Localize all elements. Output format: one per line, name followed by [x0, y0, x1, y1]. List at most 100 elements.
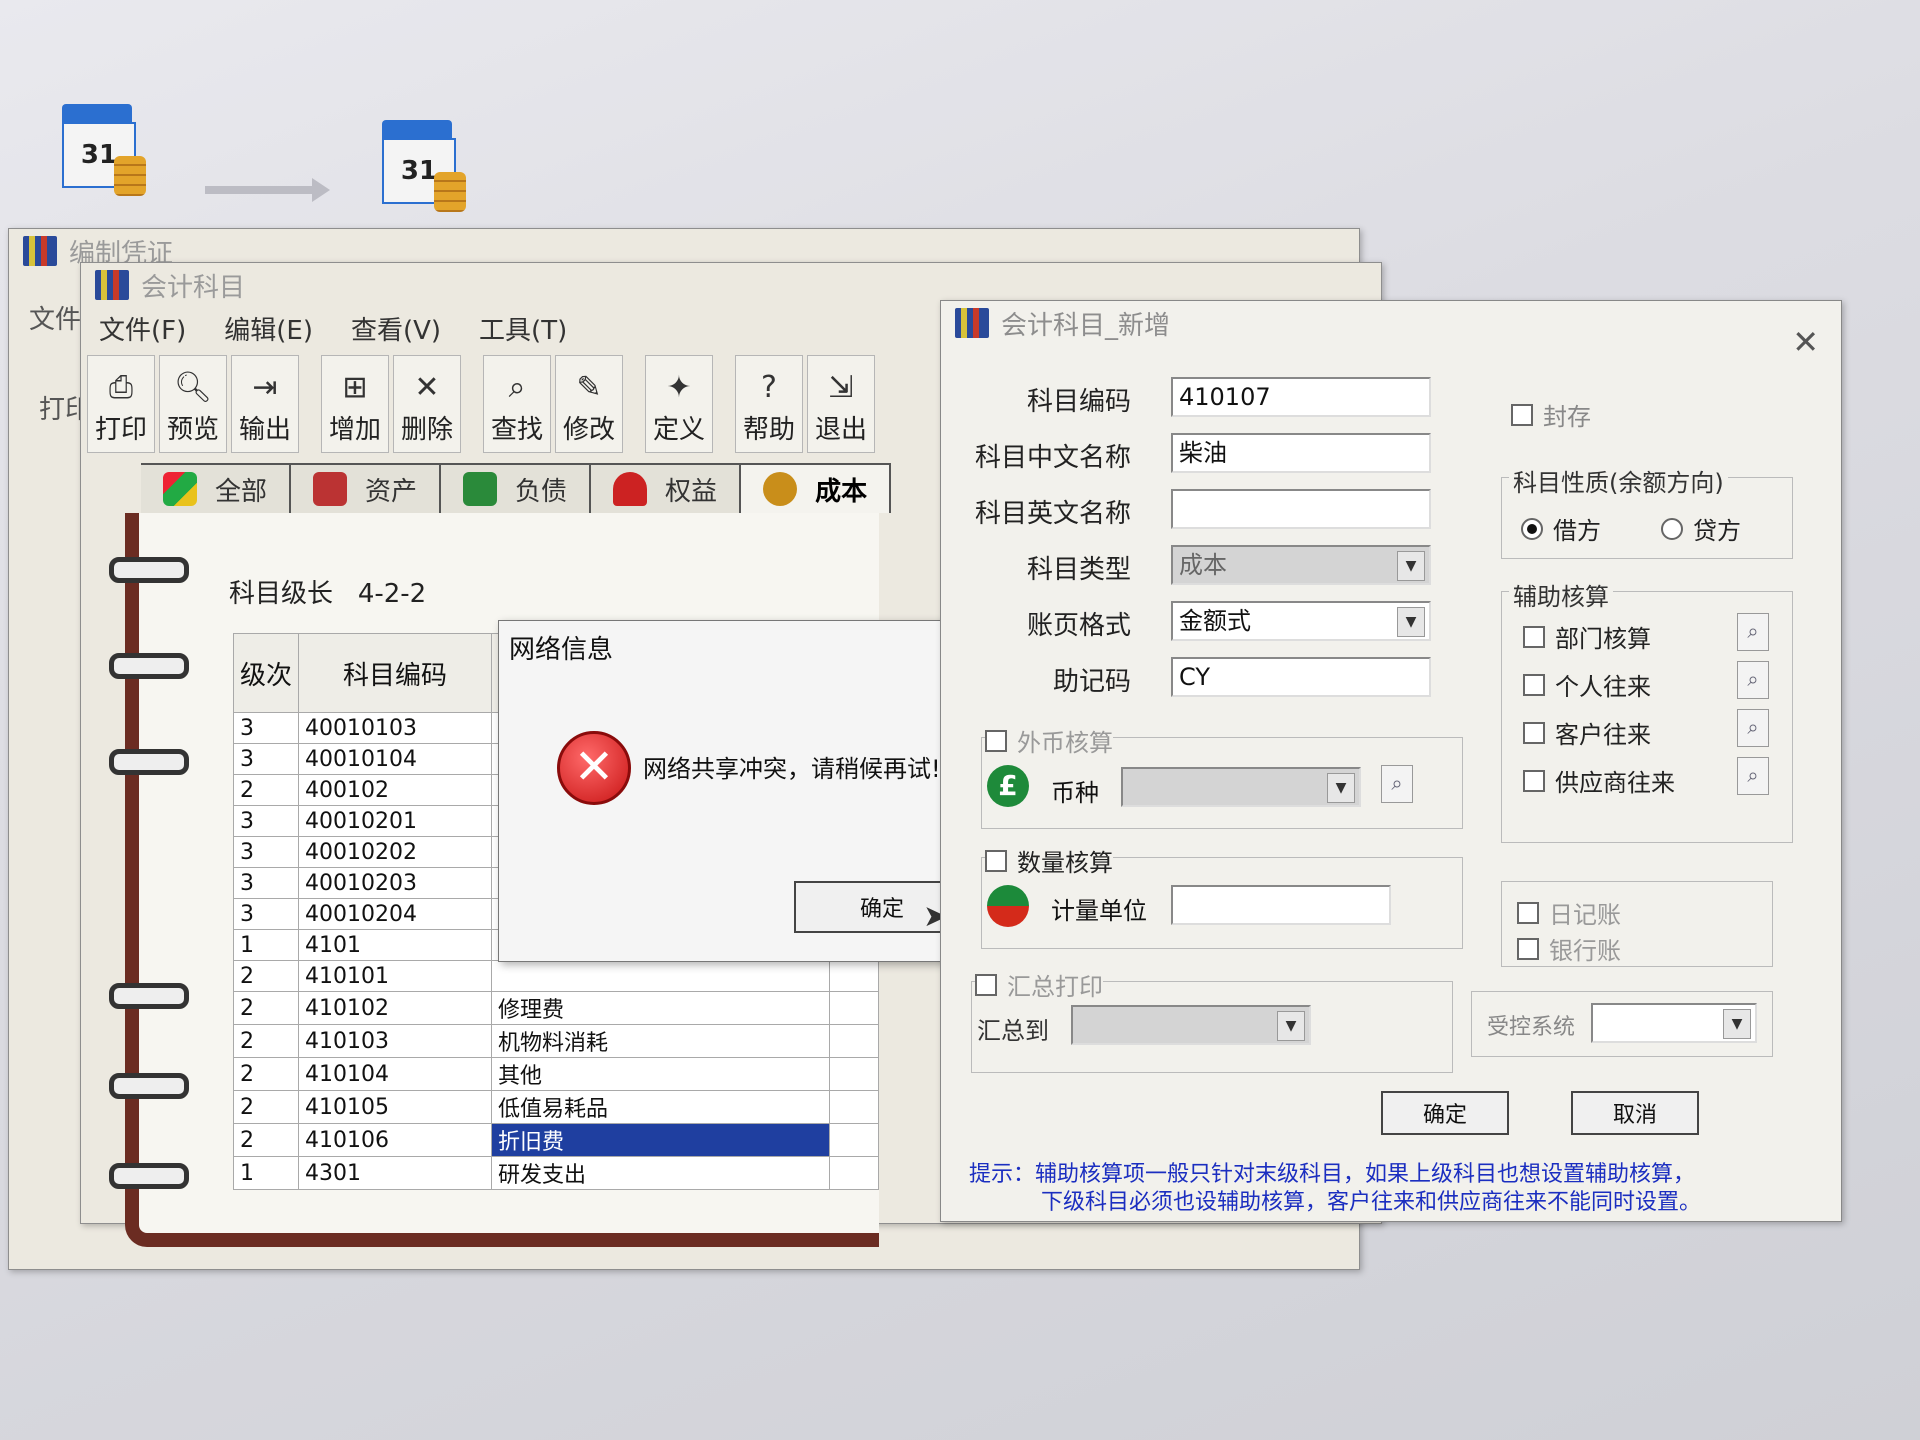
controlled-select[interactable]: ▼ — [1591, 1003, 1757, 1043]
chevron-down-icon[interactable]: ▼ — [1723, 1009, 1751, 1039]
chevron-down-icon[interactable]: ▼ — [1277, 1011, 1305, 1041]
search-icon[interactable]: ⌕ — [1381, 765, 1413, 803]
search-icon[interactable]: ⌕ — [1737, 757, 1769, 795]
currency-select[interactable]: ▼ — [1121, 767, 1361, 807]
debit-label: 借方 — [1553, 517, 1601, 545]
header-level[interactable]: 级次 — [232, 633, 300, 713]
row-extra — [829, 1024, 879, 1058]
calendar-desktop-icon[interactable]: 31 — [52, 104, 152, 214]
mnemonic-field[interactable]: CY — [1171, 657, 1431, 697]
printer-icon: ⎙ — [109, 370, 133, 405]
exit-button[interactable]: ⇲ 退出 — [807, 355, 875, 453]
seal-checkbox[interactable]: 封存 — [1511, 397, 1591, 432]
tab-cost-label: 成本 — [815, 476, 868, 507]
menu-view[interactable]: 查看(V) — [351, 310, 441, 347]
bank-checkbox[interactable]: 银行账 — [1517, 931, 1621, 966]
debit-radio[interactable]: 借方 — [1521, 511, 1601, 546]
aux-personal-checkbox[interactable]: 个人往来 — [1523, 667, 1651, 702]
row-code: 40010202 — [298, 836, 493, 868]
tab-assets[interactable]: 资产 — [291, 463, 442, 513]
search-icon[interactable]: ⌕ — [1737, 709, 1769, 747]
tab-assets-label: 资产 — [365, 476, 418, 507]
app-books-icon — [955, 308, 989, 338]
chevron-down-icon[interactable]: ▼ — [1397, 607, 1425, 637]
table-row[interactable]: 2 410102 修理费 — [232, 991, 879, 1025]
chevron-down-icon[interactable]: ▼ — [1327, 773, 1355, 803]
add-button[interactable]: ⊞ 增加 — [321, 355, 389, 453]
tab-cost[interactable]: 成本 — [741, 463, 892, 513]
row-name: 低值易耗品 — [491, 1090, 831, 1124]
row-level: 3 — [232, 867, 300, 899]
find-button[interactable]: ⌕ 查找 — [483, 355, 551, 453]
row-code: 410106 — [298, 1123, 493, 1157]
type-select[interactable]: 成本 ▼ — [1171, 545, 1431, 585]
menu-tools[interactable]: 工具(T) — [479, 310, 567, 347]
menu-edit[interactable]: 编辑(E) — [224, 310, 313, 347]
unit-field[interactable] — [1171, 885, 1391, 925]
chevron-down-icon[interactable]: ▼ — [1397, 551, 1425, 581]
row-extra — [829, 1123, 879, 1157]
tab-equity[interactable]: 权益 — [591, 463, 742, 513]
table-row[interactable]: 2 410101 — [232, 960, 879, 992]
aux-department-checkbox[interactable]: 部门核算 — [1523, 619, 1651, 654]
menu-file[interactable]: 文件(F) — [99, 310, 186, 347]
checkbox-box — [985, 849, 1007, 872]
journal-checkbox[interactable]: 日记账 — [1517, 895, 1621, 930]
form-ok-button[interactable]: 确定 — [1381, 1091, 1509, 1135]
delete-icon: ✕ — [414, 370, 440, 405]
aux-personal-label: 个人往来 — [1555, 673, 1651, 701]
credit-radio[interactable]: 贷方 — [1661, 511, 1741, 546]
tab-all[interactable]: 全部 — [141, 463, 292, 513]
row-level: 2 — [232, 1024, 300, 1058]
hint-line-1: 提示：辅助核算项一般只针对末级科目，如果上级科目也想设置辅助核算， — [969, 1162, 1696, 1187]
exit-icon: ⇲ — [828, 370, 854, 405]
print-button[interactable]: ⎙ 打印 — [87, 355, 155, 453]
print-label: 打印 — [94, 415, 147, 445]
row-level: 3 — [232, 712, 300, 744]
summary-checkbox[interactable]: 汇总打印 — [975, 967, 1103, 1002]
forex-checkbox[interactable]: 外币核算 — [985, 723, 1113, 758]
table-row[interactable]: 2 410106 折旧费 — [232, 1123, 879, 1157]
format-label: 账页格式 — [1026, 611, 1131, 641]
row-name: 其他 — [491, 1057, 831, 1091]
row-extra — [829, 1057, 879, 1091]
define-button[interactable]: ✦ 定义 — [645, 355, 713, 453]
binder-ring — [109, 1073, 189, 1099]
calendar-coins-desktop-icon[interactable]: 31 — [372, 120, 472, 230]
tab-liabilities[interactable]: 负债 — [441, 463, 592, 513]
aux-supplier-checkbox[interactable]: 供应商往来 — [1523, 763, 1675, 798]
row-level: 1 — [232, 1156, 300, 1190]
aux-customer-checkbox[interactable]: 客户往来 — [1523, 715, 1651, 750]
form-close-icon[interactable]: ✕ — [1792, 323, 1819, 361]
hint-line-2: 下级科目必须也设辅助核算，客户往来和供应商往来不能同时设置。 — [1041, 1190, 1702, 1215]
dialog-message: 网络共享冲突，请稍候再试! — [643, 755, 941, 783]
row-level: 2 — [232, 1090, 300, 1124]
edit-button[interactable]: ✎ 修改 — [555, 355, 623, 453]
qty-checkbox[interactable]: 数量核算 — [985, 843, 1113, 878]
help-button[interactable]: ? 帮助 — [735, 355, 803, 453]
table-row[interactable]: 2 410103 机物料消耗 — [232, 1024, 879, 1058]
nature-title: 科目性质(余额方向) — [1509, 463, 1728, 498]
binder-ring — [109, 749, 189, 775]
form-cancel-button[interactable]: 取消 — [1571, 1091, 1699, 1135]
row-code: 400102 — [298, 774, 493, 806]
help-label: 帮助 — [742, 415, 795, 445]
delete-button[interactable]: ✕ 删除 — [393, 355, 461, 453]
table-row[interactable]: 2 410104 其他 — [232, 1057, 879, 1091]
summary-to-select[interactable]: ▼ — [1071, 1005, 1311, 1045]
export-button[interactable]: ⇥ 输出 — [231, 355, 299, 453]
table-row[interactable]: 1 4301 研发支出 — [232, 1156, 879, 1190]
search-icon[interactable]: ⌕ — [1737, 661, 1769, 699]
row-code: 40010204 — [298, 898, 493, 930]
preview-button[interactable]: 🔍︎ 预览 — [159, 355, 227, 453]
category-tabs: 全部 资产 负债 权益 成本 — [141, 463, 892, 513]
en-name-field[interactable] — [1171, 489, 1431, 529]
code-field[interactable]: 410107 — [1171, 377, 1431, 417]
voucher-menu-file[interactable]: 文件 — [29, 299, 81, 336]
table-row[interactable]: 2 410105 低值易耗品 — [232, 1090, 879, 1124]
search-icon[interactable]: ⌕ — [1737, 613, 1769, 651]
cn-name-field[interactable]: 柴油 — [1171, 433, 1431, 473]
header-code[interactable]: 科目编码 — [298, 633, 493, 713]
row-level: 2 — [232, 1123, 300, 1157]
format-select[interactable]: 金额式 ▼ — [1171, 601, 1431, 641]
